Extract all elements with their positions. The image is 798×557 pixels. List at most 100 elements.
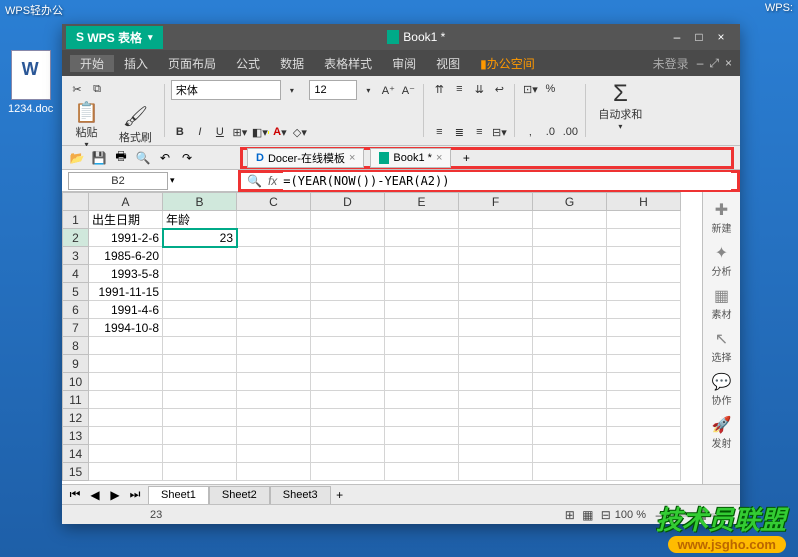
cell-H13[interactable] [607,427,681,445]
col-header-B[interactable]: B [163,193,237,211]
cell-D4[interactable] [311,265,385,283]
cell-C9[interactable] [237,355,311,373]
window-maximize-button[interactable]: ⤢ [709,56,719,71]
col-header-E[interactable]: E [385,193,459,211]
cell-F11[interactable] [459,391,533,409]
font-color-button[interactable]: A▾ [271,123,289,141]
cell-E1[interactable] [385,211,459,229]
row-header-1[interactable]: 1 [63,211,89,229]
save-icon[interactable]: 💾 [90,149,108,167]
col-header-D[interactable]: D [311,193,385,211]
cell-B1[interactable]: 年龄 [163,211,237,229]
increase-decimal-button[interactable]: .0 [541,123,559,141]
open-icon[interactable]: 📂 [68,149,86,167]
menu-table-style[interactable]: 表格样式 [314,55,382,72]
cell-D1[interactable] [311,211,385,229]
cell-A3[interactable]: 1985-6-20 [89,247,163,265]
formula-input[interactable] [283,172,731,190]
cell-D8[interactable] [311,337,385,355]
cell-D9[interactable] [311,355,385,373]
cell-H10[interactable] [607,373,681,391]
cell-F1[interactable] [459,211,533,229]
cell-B5[interactable] [163,283,237,301]
login-status[interactable]: 未登录 [645,55,697,72]
doc-tab-book1[interactable]: Book1 * × [370,148,451,168]
cell-A11[interactable] [89,391,163,409]
cell-H9[interactable] [607,355,681,373]
cell-B8[interactable] [163,337,237,355]
cell-B2[interactable]: 23 [163,229,237,247]
autosum-button[interactable]: Σ自动求和▾ [592,80,648,133]
cell-A15[interactable] [89,463,163,481]
format-painter-button[interactable]: 🖌格式刷 [113,103,158,147]
increase-font-icon[interactable]: A⁺ [379,81,397,99]
cell-A5[interactable]: 1991-11-15 [89,283,163,301]
cell-C7[interactable] [237,319,311,337]
cell-F9[interactable] [459,355,533,373]
paste-button[interactable]: 📋粘贴▾ [68,98,105,151]
undo-icon[interactable]: ↶ [156,149,174,167]
cell-F10[interactable] [459,373,533,391]
cell-E2[interactable] [385,229,459,247]
redo-icon[interactable]: ↷ [178,149,196,167]
cell-H8[interactable] [607,337,681,355]
cell-C6[interactable] [237,301,311,319]
percent-button[interactable]: % [541,80,559,98]
print-icon[interactable]: 🖶 [112,149,130,167]
app-logo[interactable]: S WPS 表格▾ [66,26,163,49]
cell-C8[interactable] [237,337,311,355]
menu-start[interactable]: 开始 [70,55,114,72]
merge-cells-button[interactable]: ⊟▾ [490,123,508,141]
row-header-9[interactable]: 9 [63,355,89,373]
cell-A8[interactable] [89,337,163,355]
align-right-icon[interactable]: ≡ [470,123,488,141]
cell-C13[interactable] [237,427,311,445]
cell-F2[interactable] [459,229,533,247]
cell-B4[interactable] [163,265,237,283]
row-header-13[interactable]: 13 [63,427,89,445]
window-minimize-button[interactable]: – [697,56,704,71]
col-header-G[interactable]: G [533,193,607,211]
cell-E7[interactable] [385,319,459,337]
cell-H4[interactable] [607,265,681,283]
cell-G12[interactable] [533,409,607,427]
underline-button[interactable]: U [211,123,229,141]
cell-G4[interactable] [533,265,607,283]
bold-button[interactable]: B [171,123,189,141]
row-header-3[interactable]: 3 [63,247,89,265]
print-preview-icon[interactable]: 🔍 [134,149,152,167]
cell-D10[interactable] [311,373,385,391]
cell-C4[interactable] [237,265,311,283]
cell-B14[interactable] [163,445,237,463]
zoom-formula-icon[interactable]: 🔍 [247,174,262,188]
align-middle-icon[interactable]: ≡ [450,80,468,98]
view-normal-icon[interactable]: ⊞ [561,506,579,524]
select-all-cell[interactable] [63,193,89,211]
cell-H6[interactable] [607,301,681,319]
doc-tab-docer[interactable]: D Docer-在线模板 × [247,148,364,168]
italic-button[interactable]: I [191,123,209,141]
cell-G3[interactable] [533,247,607,265]
sheet-tab-3[interactable]: Sheet3 [270,486,331,504]
cell-A13[interactable] [89,427,163,445]
font-size-select[interactable] [309,80,357,100]
menu-office-space[interactable]: ▮办公空间 [470,55,545,72]
cell-G5[interactable] [533,283,607,301]
cell-E8[interactable] [385,337,459,355]
menu-review[interactable]: 审阅 [382,55,426,72]
cell-A2[interactable]: 1991-2-6 [89,229,163,247]
sheet-nav-next[interactable]: ▶ [106,486,124,504]
side-new[interactable]: ✚新建 [712,200,732,235]
cell-H15[interactable] [607,463,681,481]
cell-C14[interactable] [237,445,311,463]
cell-B10[interactable] [163,373,237,391]
sheet-nav-first[interactable]: ⏮ [66,486,84,504]
cell-F3[interactable] [459,247,533,265]
dropdown-icon[interactable]: ▾ [283,81,301,99]
cell-G7[interactable] [533,319,607,337]
decrease-decimal-button[interactable]: .00 [561,123,579,141]
col-header-F[interactable]: F [459,193,533,211]
cell-C3[interactable] [237,247,311,265]
close-icon[interactable]: × [349,152,355,164]
cell-G1[interactable] [533,211,607,229]
